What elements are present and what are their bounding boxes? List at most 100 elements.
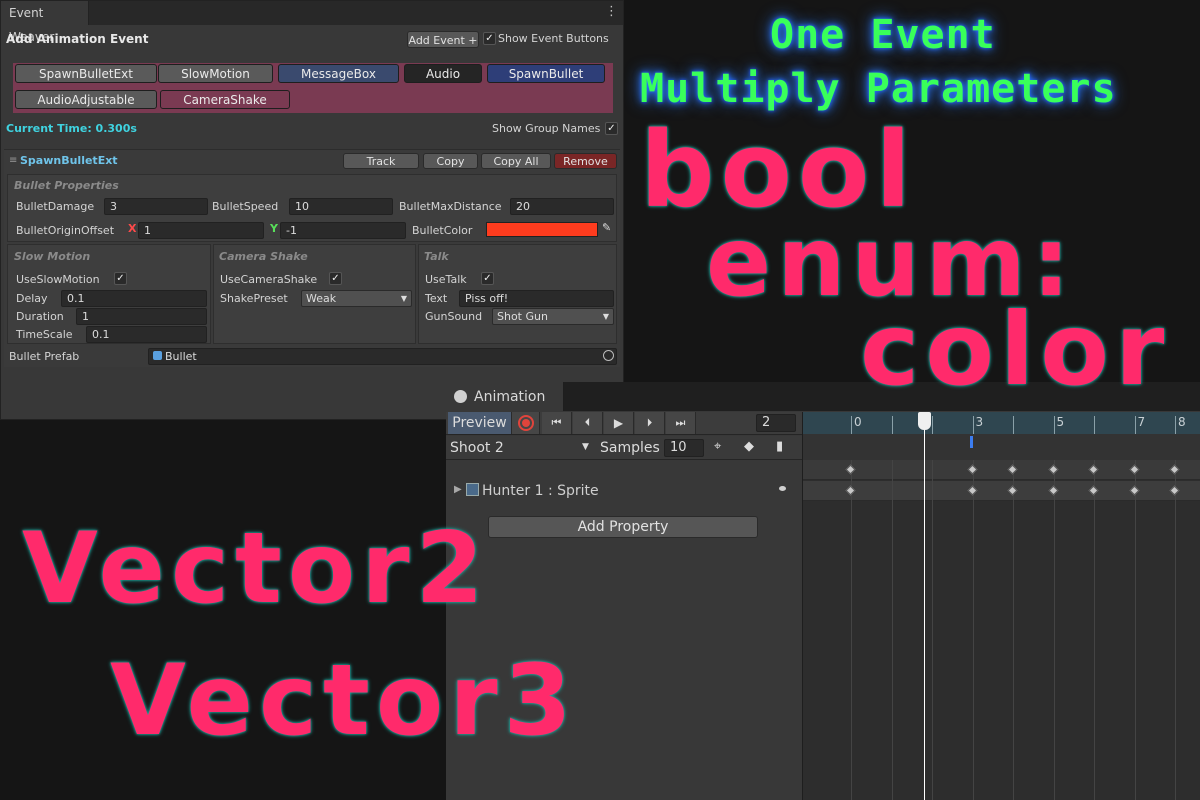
- use-talk-checkbox[interactable]: ✓: [481, 272, 494, 285]
- property-name[interactable]: Hunter 1 : Sprite: [482, 483, 599, 499]
- add-event-icon[interactable]: ▮: [776, 439, 783, 454]
- bullet-color-swatch[interactable]: [486, 222, 598, 237]
- bullet-speed-field[interactable]: 10: [289, 198, 393, 215]
- timeline-area[interactable]: 0 3 5 7 8: [802, 412, 1200, 800]
- use-slow-motion-label: UseSlowMotion: [16, 273, 100, 286]
- event-track[interactable]: [803, 434, 1200, 460]
- ruler-tick: [1013, 416, 1014, 434]
- ruler-tick: [851, 416, 852, 434]
- show-group-names-checkbox[interactable]: ✓: [605, 122, 618, 135]
- event-button-slowmotion[interactable]: SlowMotion: [158, 64, 273, 83]
- section-title: Add Animation Event: [6, 32, 149, 46]
- grid-line: [932, 460, 933, 800]
- show-event-buttons-checkbox[interactable]: ✓: [483, 32, 496, 45]
- event-button-camerashake[interactable]: CameraShake: [160, 90, 290, 109]
- headline-line2: Multiply Parameters: [640, 66, 1117, 112]
- kebab-icon[interactable]: ⋮: [605, 4, 618, 19]
- next-frame-icon[interactable]: ⏵: [635, 412, 665, 434]
- chevron-down-icon: ▼: [602, 312, 609, 321]
- add-event-button[interactable]: Add Event +: [407, 31, 479, 48]
- event-button-spawnbulletext[interactable]: SpawnBulletExt: [15, 64, 157, 83]
- y-axis-label[interactable]: Y: [270, 222, 278, 235]
- samples-label: Samples: [600, 440, 660, 456]
- slow-motion-group: Slow Motion UseSlowMotion ✓ Delay 0.1 Du…: [7, 244, 211, 344]
- prev-frame-icon[interactable]: ⏴: [573, 412, 603, 434]
- last-frame-icon[interactable]: ⏭: [666, 412, 696, 434]
- ruler-tick: [932, 416, 933, 434]
- property-options-icon[interactable]: [779, 486, 786, 491]
- event-button-group: SpawnBulletExt SlowMotion MessageBox Aud…: [13, 63, 613, 113]
- event-button-audio[interactable]: Audio: [404, 64, 482, 83]
- event-button-spawnbullet[interactable]: SpawnBullet: [487, 64, 605, 83]
- ruler-tick: [1134, 416, 1136, 434]
- slow-group-title: Slow Motion: [14, 250, 91, 263]
- frame-field[interactable]: 2: [756, 414, 796, 432]
- use-slow-motion-checkbox[interactable]: ✓: [114, 272, 127, 285]
- event-weaver-window: Event Weaver ⋮ Add Animation Event Add E…: [0, 0, 624, 420]
- event-weaver-tabbar: Event Weaver ⋮: [1, 1, 623, 44]
- grid-line: [1134, 460, 1136, 800]
- duration-label: Duration: [16, 310, 64, 323]
- clip-dropdown[interactable]: Shoot 2: [450, 440, 504, 456]
- bullet-max-distance-field[interactable]: 20: [510, 198, 614, 215]
- first-frame-icon[interactable]: ⏮: [542, 412, 572, 434]
- ruler-tick: [1175, 416, 1176, 434]
- gun-sound-value: Shot Gun: [497, 310, 548, 323]
- ruler-tick: [1053, 416, 1055, 434]
- bullet-prefab-label: Bullet Prefab: [9, 350, 80, 363]
- duration-field[interactable]: 1: [76, 308, 207, 325]
- bullet-prefab-field[interactable]: Bullet: [148, 348, 617, 365]
- grid-line: [891, 460, 893, 800]
- event-button-audioadjustable[interactable]: AudioAdjustable: [15, 90, 157, 109]
- copy-button[interactable]: Copy: [423, 153, 478, 169]
- playhead-handle[interactable]: [917, 412, 931, 430]
- record-button[interactable]: [512, 412, 540, 434]
- drag-handle-icon[interactable]: ≡: [9, 155, 17, 166]
- tab-event-weaver[interactable]: Event Weaver: [1, 1, 89, 44]
- clock-icon: [454, 390, 467, 403]
- shake-preset-dropdown[interactable]: Weak ▼: [301, 290, 412, 307]
- event-name: SpawnBulletExt: [20, 154, 118, 167]
- event-button-messagebox[interactable]: MessageBox: [278, 64, 399, 83]
- text-field[interactable]: Piss off!: [459, 290, 614, 307]
- event-block: ≡ SpawnBulletExt Track Copy Copy All Rem…: [4, 149, 620, 367]
- ruler-label: 0: [854, 415, 862, 429]
- add-property-button[interactable]: Add Property: [488, 516, 758, 538]
- vector3-text: Vector3: [110, 644, 578, 758]
- timescale-field[interactable]: 0.1: [86, 326, 207, 343]
- bullet-max-distance-label: BulletMaxDistance: [399, 200, 502, 213]
- bullet-speed-label: BulletSpeed: [212, 200, 279, 213]
- copy-all-button[interactable]: Copy All: [481, 153, 551, 169]
- chevron-down-icon[interactable]: ▼: [582, 442, 589, 452]
- object-picker-icon[interactable]: [603, 350, 614, 361]
- camera-shake-group: Camera Shake UseCameraShake ✓ ShakePrese…: [213, 244, 416, 344]
- delay-field[interactable]: 0.1: [61, 290, 207, 307]
- remove-button[interactable]: Remove: [554, 153, 617, 169]
- ruler-tick: [891, 416, 893, 434]
- add-keyframe-icon[interactable]: ◆: [744, 439, 754, 454]
- show-event-buttons-label: Show Event Buttons: [498, 32, 609, 45]
- bullet-damage-field[interactable]: 3: [104, 198, 208, 215]
- x-axis-label[interactable]: X: [128, 222, 136, 235]
- use-camera-shake-checkbox[interactable]: ✓: [329, 272, 342, 285]
- gun-sound-dropdown[interactable]: Shot Gun ▼: [492, 308, 614, 325]
- clip-toolbar: Shoot 2 ▼ Samples 10 ⌖ ◆ ▮: [446, 436, 802, 460]
- origin-offset-x-field[interactable]: 1: [138, 222, 264, 239]
- camera-group-title: Camera Shake: [219, 250, 308, 263]
- play-icon[interactable]: ▶: [604, 412, 634, 434]
- track-button[interactable]: Track: [343, 153, 419, 169]
- bullet-damage-label: BulletDamage: [16, 200, 95, 213]
- eyedropper-icon[interactable]: ✎: [602, 221, 611, 234]
- gun-sound-label: GunSound: [425, 310, 483, 323]
- samples-field[interactable]: 10: [664, 439, 704, 457]
- event-marker[interactable]: [970, 436, 974, 448]
- expand-arrow-icon[interactable]: ▶: [454, 484, 462, 495]
- keyframe-target-icon[interactable]: ⌖: [714, 439, 721, 454]
- preview-button[interactable]: Preview: [448, 412, 512, 434]
- ruler-tick: [1094, 416, 1095, 434]
- show-group-names-label: Show Group Names: [492, 122, 601, 135]
- grid-line: [1053, 460, 1055, 800]
- property-key-row: [803, 481, 1200, 501]
- origin-offset-y-field[interactable]: -1: [280, 222, 406, 239]
- playhead-line[interactable]: [923, 412, 925, 800]
